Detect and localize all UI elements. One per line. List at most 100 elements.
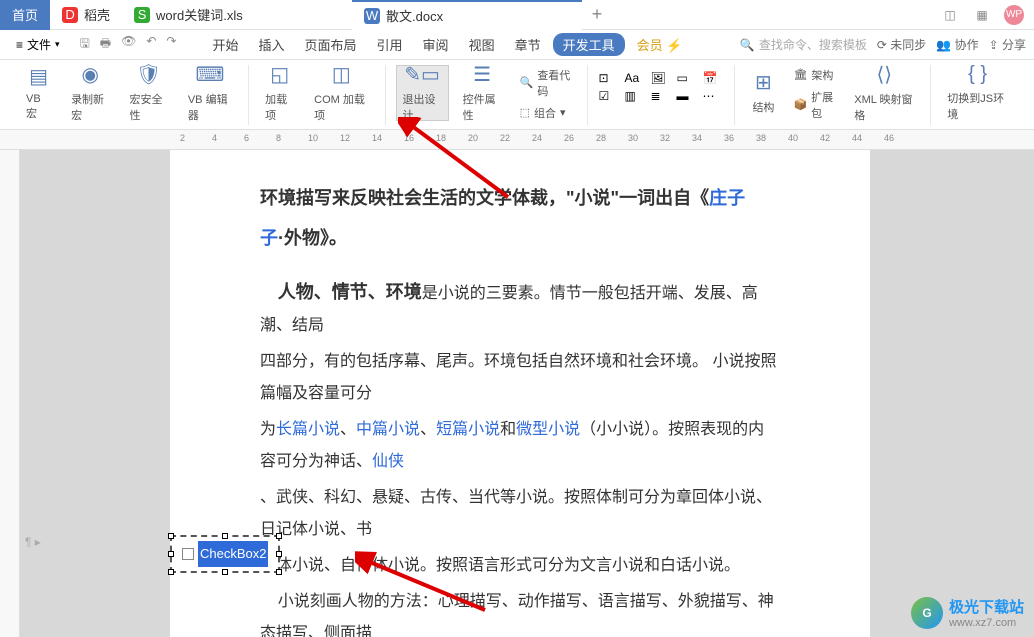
record-icon: ◉ [78, 63, 102, 87]
ribbon-toolbar: ▤VB 宏 ◉录制新宏 🛡宏安全性 ⌨VB 编辑器 ◱加载项 ◫COM 加载项 … [0, 60, 1034, 130]
structure-button[interactable]: ⊞结构 [745, 65, 781, 121]
menu-developer[interactable]: 开发工具 [553, 33, 625, 56]
xls-icon: S [134, 7, 150, 23]
tab-label: 散文.docx [386, 6, 443, 25]
cubes-icon: ◫ [329, 63, 353, 87]
save-icon[interactable]: 🖫 [80, 34, 90, 55]
link-zhuang[interactable]: 庄子 [709, 188, 745, 208]
checkbox-icon [182, 548, 194, 560]
link-xian[interactable]: 仙侠 [372, 453, 404, 470]
macro-security-button[interactable]: 🛡宏安全性 [123, 65, 173, 121]
vb-macro-button[interactable]: ▤VB 宏 [20, 65, 57, 121]
hamburger-icon: ≡ [16, 38, 23, 52]
horizontal-ruler[interactable]: 2468101214161820222426283032343638404244… [0, 130, 1034, 150]
menu-insert[interactable]: 插入 [251, 31, 293, 58]
document-area: ¶ ▸ 环境描写来反映社会生活的文学体裁，"小说"一词出自《庄子 子·外物》。 … [0, 150, 1034, 637]
record-macro-button[interactable]: ◉录制新宏 [65, 65, 115, 121]
menu-reference[interactable]: 引用 [369, 31, 411, 58]
view-code-button[interactable]: 🔍查看代码 [516, 65, 578, 101]
chevron-down-icon: ▾ [55, 39, 60, 50]
group-button[interactable]: ⬚组合 ▾ [516, 103, 578, 123]
document-page[interactable]: 环境描写来反映社会生活的文学体裁，"小说"一词出自《庄子 子·外物》。 人物、情… [170, 150, 870, 637]
undo-icon[interactable]: ↶ [146, 34, 156, 55]
window-layout-1-icon[interactable]: ◫ [940, 5, 960, 25]
editor-icon: ⌨ [198, 63, 222, 87]
tab-xls[interactable]: S word关键词.xls [122, 0, 352, 30]
link-mid[interactable]: 中篇小说 [356, 421, 420, 438]
wm-url: www.xz7.com [949, 617, 1024, 629]
window-layout-2-icon[interactable]: ▦ [972, 5, 992, 25]
list-control-icon[interactable]: ≣ [650, 89, 672, 103]
addons-button[interactable]: ◱加载项 [259, 65, 300, 121]
new-tab-button[interactable]: + [582, 0, 612, 30]
dropdown-control-icon[interactable]: ▭ [676, 71, 698, 85]
quick-access-toolbar: 🖫 🖶 👁 ↶ ↷ [72, 34, 185, 55]
title-bar: 首页 D 稻壳 S word关键词.xls W 散文.docx + ◫ ▦ WP [0, 0, 1034, 30]
word-icon: W [364, 8, 380, 24]
props-icon: ☰ [470, 63, 494, 87]
menu-chapter[interactable]: 章节 [507, 31, 549, 58]
shield-icon: 🛡 [137, 63, 161, 87]
tab-docx-template[interactable]: D 稻壳 [50, 0, 122, 30]
code-icon: 🔍 [520, 76, 534, 89]
tab-active-doc[interactable]: W 散文.docx [352, 0, 582, 30]
com-addons-button[interactable]: ◫COM 加载项 [308, 65, 374, 121]
menu-bar: ≡ 文件 ▾ 🖫 🖶 👁 ↶ ↷ 开始 插入 页面布局 引用 审阅 视图 章节 … [0, 30, 1034, 60]
command-search[interactable]: 🔍 查找命令、搜索模板 [740, 36, 867, 53]
preview-icon[interactable]: 👁 [121, 34, 136, 55]
file-menu[interactable]: ≡ 文件 ▾ [8, 36, 68, 53]
menu-layout[interactable]: 页面布局 [297, 31, 365, 58]
checkbox-label: CheckBox2 [198, 541, 268, 567]
text-control-icon[interactable]: ⊡ [598, 71, 620, 85]
cube-icon: ◱ [268, 63, 292, 87]
ab-control-icon[interactable]: Aa [624, 71, 646, 85]
tab-label: 稻壳 [84, 5, 110, 24]
link-zi[interactable]: 子 [260, 228, 278, 248]
controls-palette: ⊡ Aa 🖼 ▭ 📅 ☑ ▥ ≣ ▬ ⋯ [598, 65, 724, 103]
image-control-icon[interactable]: 🖼 [650, 71, 672, 85]
user-avatar[interactable]: WP [1004, 5, 1024, 25]
menu-start[interactable]: 开始 [204, 31, 246, 58]
wm-title: 极光下载站 [949, 596, 1024, 617]
paragraph-mark-icon: ¶ ▸ [25, 535, 41, 549]
date-control-icon[interactable]: 📅 [702, 71, 724, 85]
tab-home[interactable]: 首页 [0, 0, 50, 30]
vertical-ruler[interactable] [0, 150, 20, 637]
doc-icon: D [62, 7, 78, 23]
schema-icon: 🏛 [793, 68, 807, 81]
menu-vip[interactable]: 会员 ⚡ [629, 31, 691, 58]
file-label: 文件 [27, 36, 51, 53]
checkbox-control[interactable]: CheckBox2 [170, 535, 280, 573]
menu-view[interactable]: 视图 [461, 31, 503, 58]
pack-icon: 📦 [793, 98, 807, 111]
link-micro[interactable]: 微型小说 [516, 421, 580, 438]
expansion-button[interactable]: 📦扩展包 [789, 87, 840, 123]
menu-review[interactable]: 审阅 [415, 31, 457, 58]
group-icon: ⬚ [520, 106, 530, 119]
search-placeholder: 查找命令、搜索模板 [759, 36, 867, 53]
xml-map-button[interactable]: ⟨⟩XML 映射窗格 [848, 65, 920, 121]
redo-icon[interactable]: ↷ [166, 34, 176, 55]
sync-status[interactable]: ⟳ 未同步 [877, 36, 926, 53]
watermark-logo: G 极光下载站 www.xz7.com [911, 596, 1024, 629]
button-control-icon[interactable]: ▬ [676, 89, 698, 103]
js-icon: { } [966, 63, 990, 86]
logo-icon: G [911, 597, 943, 629]
link-long[interactable]: 长篇小说 [276, 421, 340, 438]
checkbox-control-icon[interactable]: ☑ [598, 89, 620, 103]
tab-label: word关键词.xls [156, 5, 243, 24]
exit-design-button[interactable]: ✎▭退出设计 [396, 65, 449, 121]
schema-button[interactable]: 🏛架构 [789, 65, 840, 85]
switch-js-button[interactable]: { }切换到JS环境 [941, 65, 1014, 121]
vb-editor-button[interactable]: ⌨VB 编辑器 [182, 65, 238, 121]
collab-button[interactable]: 👥 协作 [936, 36, 978, 53]
search-icon: 🔍 [740, 38, 755, 52]
print-icon[interactable]: 🖶 [100, 34, 111, 55]
combo-control-icon[interactable]: ▥ [624, 89, 646, 103]
more-controls-icon[interactable]: ⋯ [702, 89, 724, 103]
macro-icon: ▤ [27, 65, 51, 89]
share-button[interactable]: ⇪ 分享 [989, 36, 1026, 53]
control-props-button[interactable]: ☰控件属性 [457, 65, 508, 121]
xml-icon: ⟨⟩ [872, 63, 896, 87]
link-short[interactable]: 短篇小说 [436, 421, 500, 438]
